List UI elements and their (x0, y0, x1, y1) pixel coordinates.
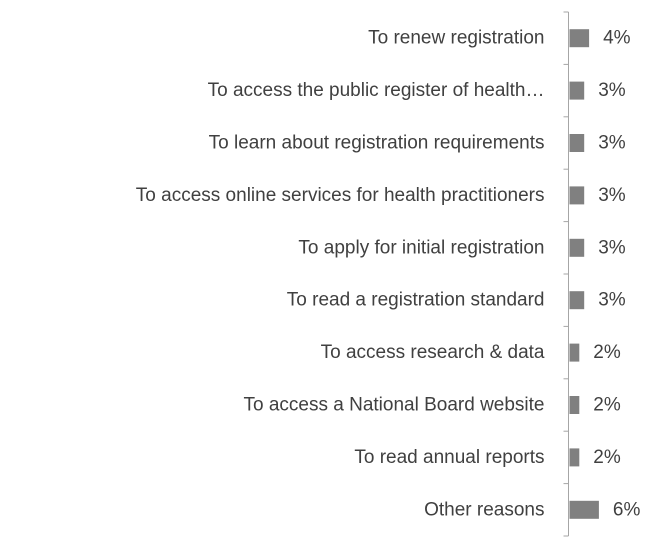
bars (569, 29, 599, 519)
value-labels: 4% 3% 3% 3% 3% 3% 2% 2% 2% 6% (593, 28, 640, 521)
category-label: To access the public register of health… (208, 80, 545, 101)
bar (569, 81, 585, 100)
value-label: 3% (598, 80, 626, 101)
category-label: To read a registration standard (287, 290, 545, 311)
bar (569, 186, 585, 205)
category-label: To learn about registration requirements (209, 133, 545, 154)
category-label: To access a National Board website (244, 395, 545, 416)
category-axis (563, 11, 569, 537)
category-labels: To renew registration To access the publi… (136, 28, 545, 521)
value-label: 4% (603, 28, 631, 49)
value-label: 6% (613, 499, 641, 520)
bar (569, 134, 585, 152)
value-label: 3% (598, 290, 626, 311)
category-label: To access research & data (321, 342, 545, 363)
bar-chart: To renew registration To access the publi… (136, 11, 640, 537)
category-label: To access online services for health pra… (136, 185, 545, 206)
value-label: 2% (593, 395, 621, 416)
bar (569, 29, 590, 48)
value-label: 2% (593, 447, 621, 468)
bar (569, 291, 585, 310)
bar (569, 238, 585, 257)
value-label: 3% (598, 185, 626, 206)
category-label: Other reasons (424, 499, 544, 520)
value-label: 3% (598, 237, 626, 258)
bar (569, 396, 580, 414)
bar (569, 343, 580, 362)
category-label: To read annual reports (354, 447, 544, 468)
value-label: 2% (593, 342, 621, 363)
bar (569, 500, 599, 519)
value-label: 3% (598, 133, 626, 154)
category-label: To apply for initial registration (298, 237, 544, 258)
bar (569, 448, 580, 467)
category-label: To renew registration (368, 28, 544, 49)
